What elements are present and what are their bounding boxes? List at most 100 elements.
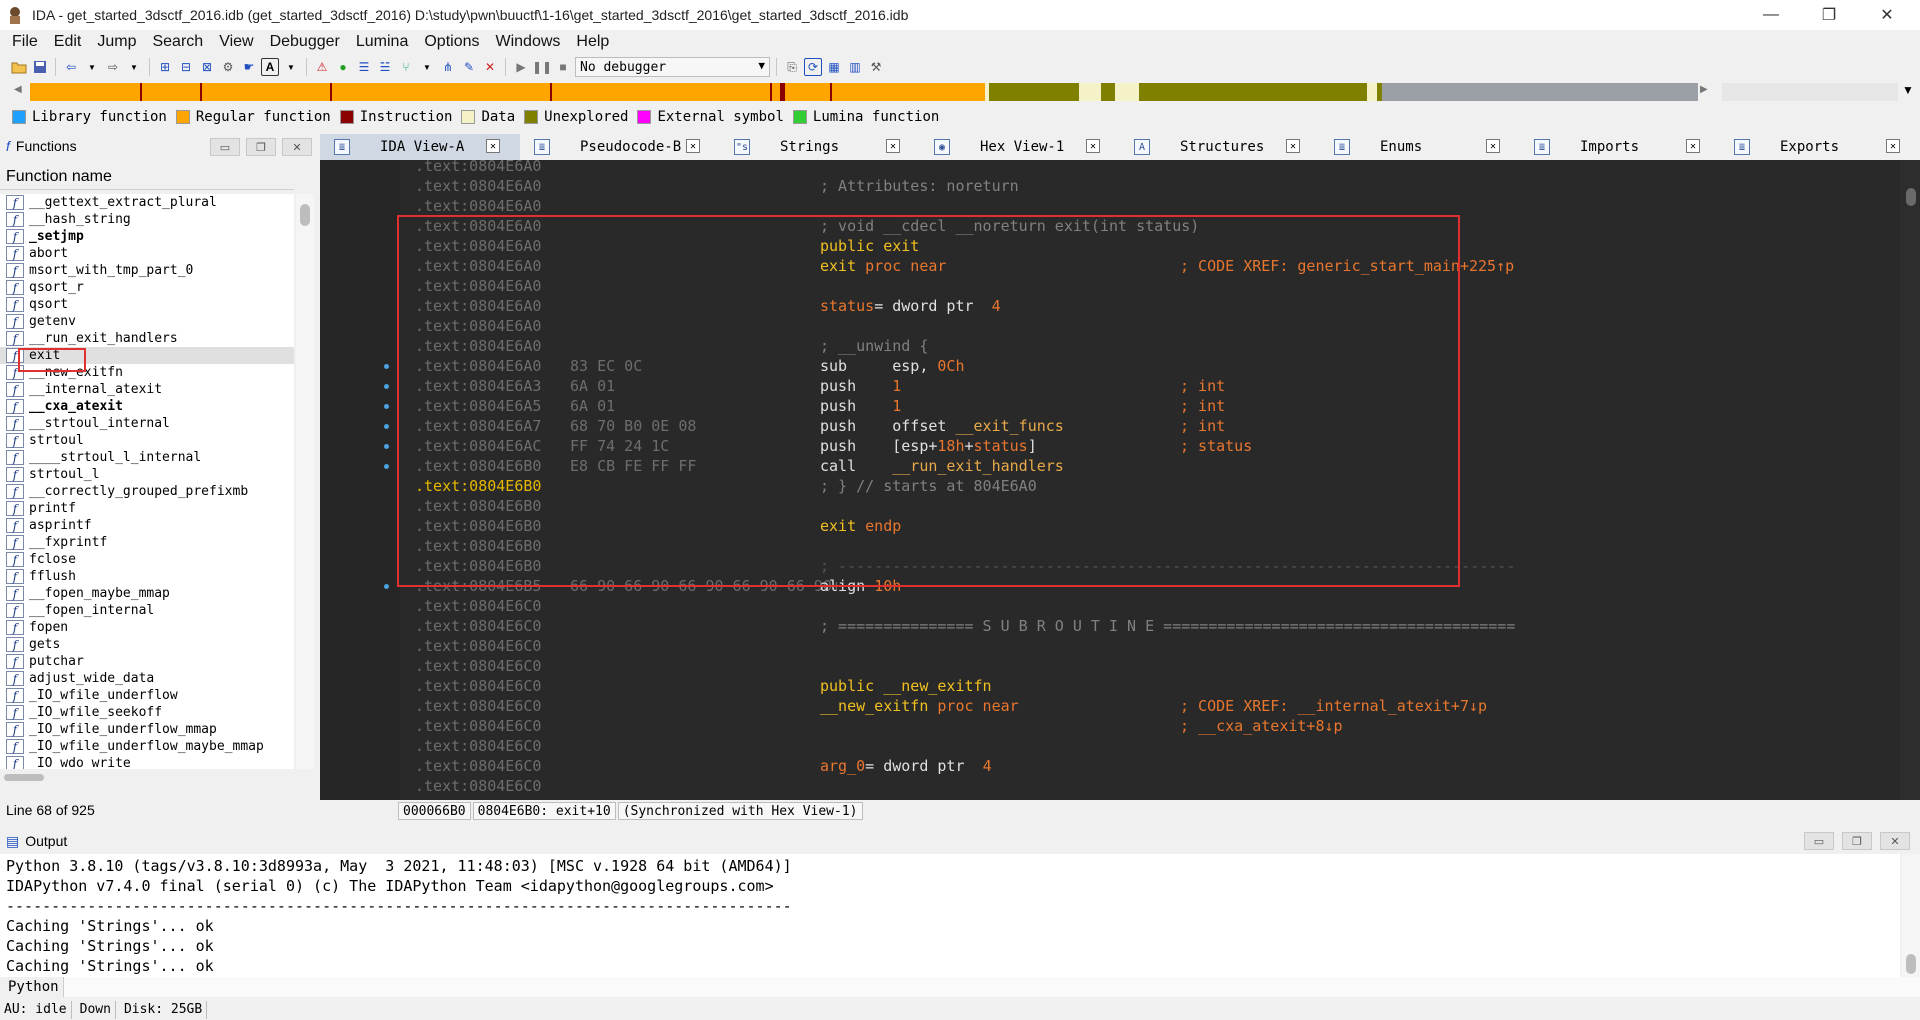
function-list-item[interactable]: f getenv bbox=[0, 313, 294, 330]
function-name-column-header[interactable]: Function name bbox=[0, 164, 294, 190]
function-list-item[interactable]: f __correctly_grouped_prefixmb bbox=[0, 483, 294, 500]
disassembly-line[interactable]: .text:0804E6C0 ; __cxa_atexit+8↓p bbox=[320, 716, 1900, 736]
function-list-item[interactable]: f gets bbox=[0, 636, 294, 653]
dropdown-icon[interactable]: ▼ bbox=[418, 58, 436, 76]
disassembly-line[interactable]: .text:0804E6C0 ; =============== S U B R … bbox=[320, 616, 1900, 636]
function-list-item[interactable]: f _IO_wfile_underflow_maybe_mmap bbox=[0, 738, 294, 755]
stop-icon[interactable]: ■ bbox=[554, 58, 572, 76]
tab-enums[interactable]: ≣ Enums ✕ bbox=[1320, 134, 1520, 160]
menu-edit[interactable]: Edit bbox=[46, 33, 90, 51]
disassembly-line[interactable]: .text:0804E6C0 bbox=[320, 776, 1900, 796]
function-list-item[interactable]: f adjust_wide_data bbox=[0, 670, 294, 687]
python-command-input[interactable] bbox=[64, 977, 1920, 997]
functions-hscrollbar[interactable] bbox=[0, 771, 314, 783]
function-list-item[interactable]: f __gettext_extract_plural bbox=[0, 194, 294, 211]
menu-jump[interactable]: Jump bbox=[89, 33, 144, 51]
forward-arrow-icon[interactable]: ⇨ bbox=[104, 58, 122, 76]
dropdown-icon[interactable]: ▼ bbox=[83, 58, 101, 76]
menu-lumina[interactable]: Lumina bbox=[348, 33, 416, 51]
python-language-button[interactable]: Python bbox=[0, 977, 64, 997]
patch-icon[interactable]: ⚙ bbox=[219, 58, 237, 76]
open-icon[interactable] bbox=[10, 58, 28, 76]
scroll-right-icon[interactable]: ▶ bbox=[1700, 84, 1708, 95]
tab-hex-view-1[interactable]: ◉ Hex View-1 ✕ bbox=[920, 134, 1120, 160]
function-list-item[interactable]: f __cxa_atexit bbox=[0, 398, 294, 415]
pause-icon[interactable]: ❚❚ bbox=[532, 58, 552, 76]
list-add-icon[interactable]: ☱ bbox=[376, 58, 394, 76]
disassembly-line[interactable]: .text:0804E6C0 public __new_exitfn bbox=[320, 676, 1900, 696]
disassembly-line[interactable]: .text:0804E6C0 __new_exitfn proc near ; CO… bbox=[320, 696, 1900, 716]
function-list-item[interactable]: f fflush bbox=[0, 568, 294, 585]
function-list-item[interactable]: f __internal_atexit bbox=[0, 381, 294, 398]
menu-debugger[interactable]: Debugger bbox=[262, 33, 348, 51]
breakpoint-dot-icon[interactable] bbox=[384, 404, 389, 409]
edit-icon[interactable]: ✎ bbox=[460, 58, 478, 76]
breakpoint-dot-icon[interactable] bbox=[384, 444, 389, 449]
branch-icon[interactable]: ⑂ bbox=[397, 58, 415, 76]
function-list-item[interactable]: f qsort_r bbox=[0, 279, 294, 296]
function-list-item[interactable]: f __hash_string bbox=[0, 211, 294, 228]
function-list-item[interactable]: f __fxprintf bbox=[0, 534, 294, 551]
panel-float-button[interactable]: ❐ bbox=[1842, 832, 1872, 850]
close-icon[interactable]: ✕ bbox=[1286, 139, 1300, 153]
tab-strings[interactable]: "s Strings ✕ bbox=[720, 134, 920, 160]
function-list-item[interactable]: f putchar bbox=[0, 653, 294, 670]
disassembly-line[interactable]: .text:0804E6A0 bbox=[320, 160, 1900, 176]
tab-ida-view-a[interactable]: ≣ IDA View-A ✕ bbox=[320, 134, 520, 160]
menu-search[interactable]: Search bbox=[144, 33, 211, 51]
close-icon[interactable]: ✕ bbox=[886, 139, 900, 153]
function-list-item[interactable]: f _setjmp bbox=[0, 228, 294, 245]
function-list-item[interactable]: f __strtoul_internal bbox=[0, 415, 294, 432]
menu-view[interactable]: View bbox=[211, 33, 261, 51]
pointer-icon[interactable]: ☛ bbox=[240, 58, 258, 76]
menu-options[interactable]: Options bbox=[416, 33, 487, 51]
function-list-item[interactable]: f fopen bbox=[0, 619, 294, 636]
breakpoint-dot-icon[interactable] bbox=[384, 424, 389, 429]
function-list-item[interactable]: f _IO_wfile_underflow bbox=[0, 687, 294, 704]
dropdown-icon[interactable]: ▼ bbox=[282, 58, 300, 76]
function-list-item[interactable]: f _IO_wfile_underflow_mmap bbox=[0, 721, 294, 738]
function-list-item[interactable]: f strtoul bbox=[0, 432, 294, 449]
output-scrollbar[interactable] bbox=[1902, 854, 1920, 980]
tab-exports[interactable]: ≣ Exports ✕ bbox=[1720, 134, 1920, 160]
segment-icon[interactable]: ⊟ bbox=[177, 58, 195, 76]
function-list-item[interactable]: f ____strtoul_l_internal bbox=[0, 449, 294, 466]
function-list-item[interactable]: f __fopen_maybe_mmap bbox=[0, 585, 294, 602]
close-icon[interactable]: ✕ bbox=[1086, 139, 1100, 153]
table-icon[interactable]: ▦ bbox=[825, 58, 843, 76]
debugger-select[interactable]: No debugger ▼ bbox=[575, 57, 770, 77]
output-text[interactable]: Python 3.8.10 (tags/v3.8.10:3d8993a, May… bbox=[0, 854, 1900, 980]
save-icon[interactable] bbox=[31, 58, 49, 76]
function-list-item[interactable]: f fclose bbox=[0, 551, 294, 568]
menu-windows[interactable]: Windows bbox=[487, 33, 568, 51]
function-list-item[interactable]: f asprintf bbox=[0, 517, 294, 534]
close-icon[interactable]: ✕ bbox=[486, 139, 500, 153]
close-icon[interactable]: ✕ bbox=[1686, 139, 1700, 153]
struct-icon[interactable]: ⊠ bbox=[198, 58, 216, 76]
navigation-band-overview[interactable] bbox=[1722, 83, 1898, 101]
minimize-button[interactable]: — bbox=[1742, 0, 1800, 30]
back-arrow-icon[interactable]: ⇦ bbox=[62, 58, 80, 76]
panel-close-button[interactable]: ✕ bbox=[282, 138, 312, 156]
menu-file[interactable]: File bbox=[4, 33, 46, 51]
disassembly-line[interactable]: .text:0804E6A0 bbox=[320, 196, 1900, 216]
disassembly-line[interactable]: .text:0804E6A0 ; Attributes: noreturn bbox=[320, 176, 1900, 196]
sync-icon[interactable]: ⟳ bbox=[804, 58, 822, 76]
function-list-item[interactable]: f qsort bbox=[0, 296, 294, 313]
function-list-item[interactable]: f strtoul_l bbox=[0, 466, 294, 483]
functions-scrollbar[interactable] bbox=[296, 194, 314, 769]
warning-icon[interactable]: ⚠ bbox=[313, 58, 331, 76]
attach-icon[interactable]: ⎘ bbox=[783, 58, 801, 76]
panel-float-button[interactable]: ❐ bbox=[246, 138, 276, 156]
disassembly-line[interactable]: .text:0804E6C0 bbox=[320, 596, 1900, 616]
chart-icon[interactable]: ▥ bbox=[846, 58, 864, 76]
function-list-item[interactable]: f _IO_wdo_write bbox=[0, 755, 294, 769]
close-icon[interactable]: ✕ bbox=[1486, 139, 1500, 153]
panel-minimize-button[interactable]: ▭ bbox=[1804, 832, 1834, 850]
panel-minimize-button[interactable]: ▭ bbox=[210, 138, 240, 156]
navigation-band-strip[interactable] bbox=[30, 83, 1698, 101]
green-dot-icon[interactable]: ● bbox=[334, 58, 352, 76]
function-list-item[interactable]: f __fopen_internal bbox=[0, 602, 294, 619]
breakpoint-dot-icon[interactable] bbox=[384, 584, 389, 589]
function-list-item[interactable]: f printf bbox=[0, 500, 294, 517]
